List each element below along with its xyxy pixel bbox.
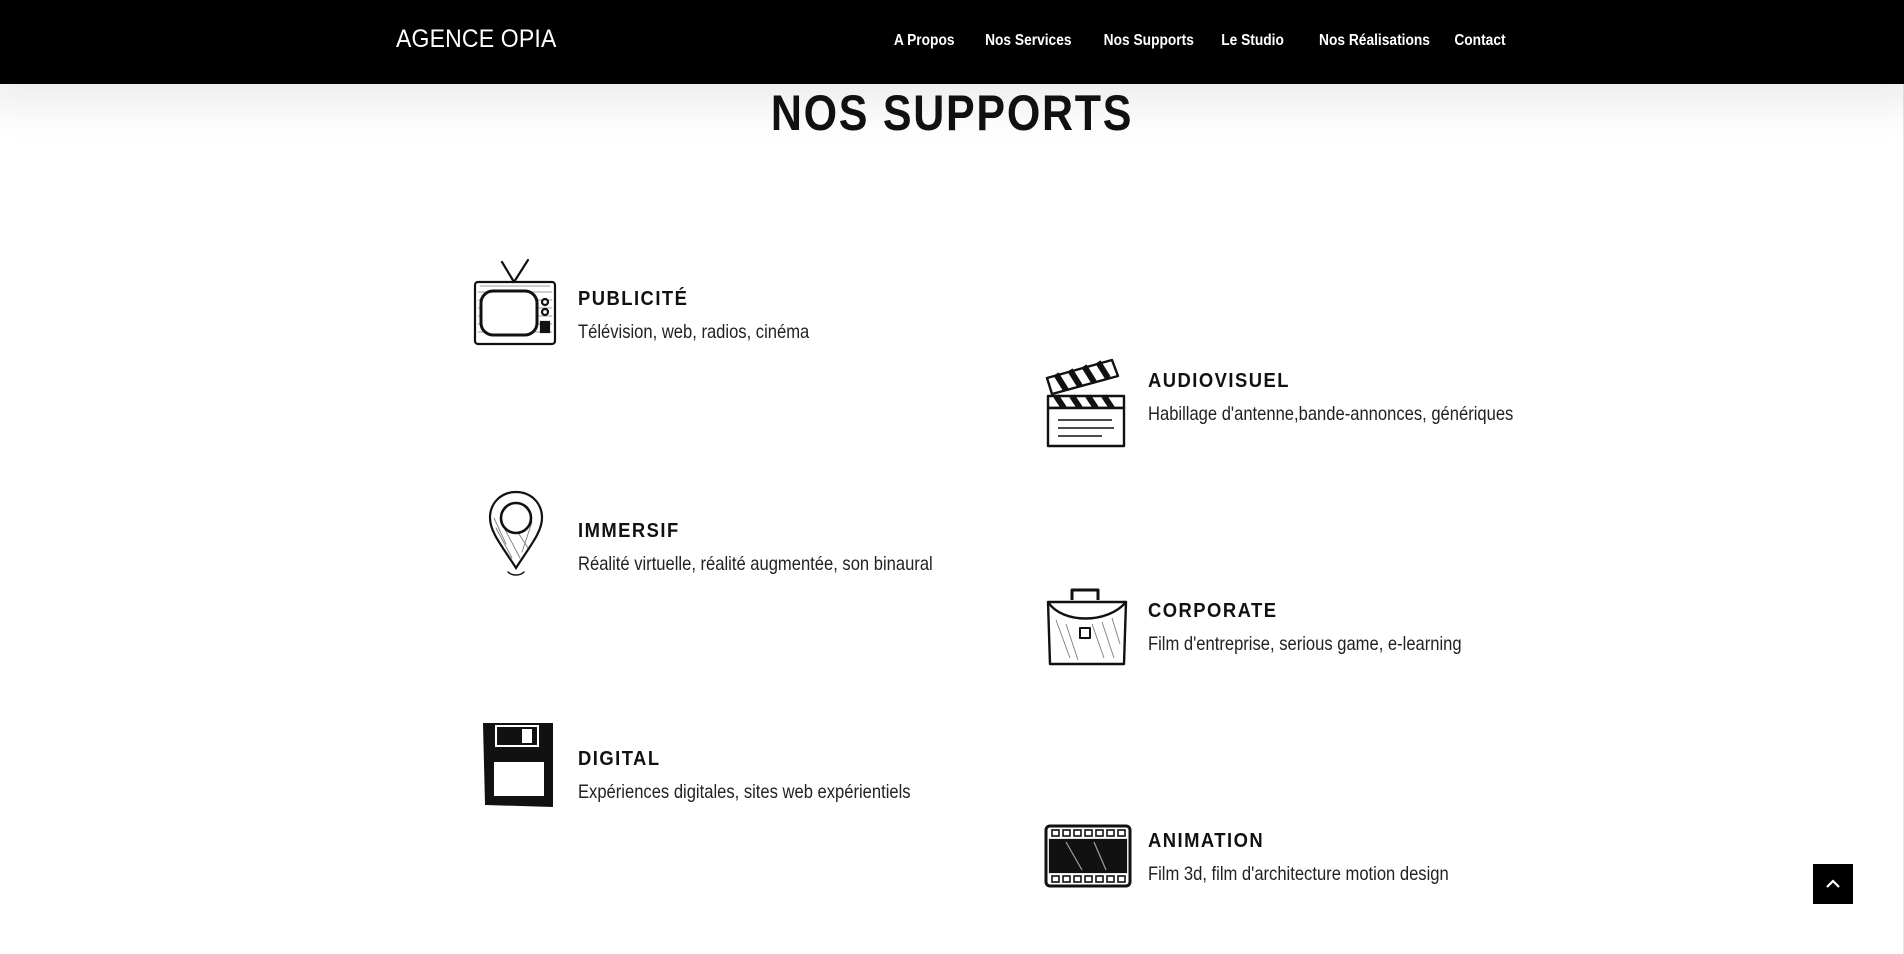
- page: AGENCE OPIA A Propos Nos Services Nos Su…: [0, 0, 1904, 954]
- item-title: DIGITAL: [578, 748, 661, 770]
- clapperboard-icon: [1042, 358, 1132, 450]
- support-item-immersif: IMMERSIF Réalité virtuelle, réalité augm…: [472, 488, 992, 588]
- support-item-digital: DIGITAL Expériences digitales, sites web…: [472, 718, 992, 818]
- film-strip-icon: [1042, 818, 1132, 910]
- item-title: IMMERSIF: [578, 520, 680, 542]
- support-item-audiovisuel: AUDIOVISUEL Habillage d'antenne,bande-an…: [1042, 358, 1562, 458]
- nav-item-nos-realisations[interactable]: Nos Réalisations: [1319, 32, 1430, 50]
- item-title: PUBLICITÉ: [578, 288, 689, 310]
- item-title: AUDIOVISUEL: [1148, 370, 1290, 392]
- item-title: CORPORATE: [1148, 600, 1278, 622]
- brand-logo[interactable]: AGENCE OPIA: [396, 25, 557, 54]
- item-description: Expériences digitales, sites web expérie…: [578, 781, 911, 803]
- nav-item-contact[interactable]: Contact: [1455, 32, 1506, 50]
- floppy-disk-icon: [472, 718, 562, 810]
- map-pin-icon: [472, 488, 562, 580]
- item-description: Réalité virtuelle, réalité augmentée, so…: [578, 553, 933, 575]
- item-description: Film d'entreprise, serious game, e-learn…: [1148, 633, 1462, 655]
- nav-item-nos-supports[interactable]: Nos Supports: [1103, 32, 1193, 50]
- item-description: Habillage d'antenne,bande-annonces, géné…: [1148, 403, 1514, 425]
- nav-item-nos-services[interactable]: Nos Services: [985, 32, 1071, 50]
- item-description: Télévision, web, radios, cinéma: [578, 321, 810, 343]
- main-nav: A Propos Nos Services Nos Supports Le St…: [894, 32, 1506, 50]
- item-title: ANIMATION: [1148, 830, 1265, 852]
- page-title: NOS SUPPORTS: [770, 85, 1134, 141]
- top-navbar: AGENCE OPIA A Propos Nos Services Nos Su…: [0, 0, 1904, 84]
- item-description: Film 3d, film d'architecture motion desi…: [1148, 863, 1449, 885]
- support-item-corporate: CORPORATE Film d'entreprise, serious gam…: [1042, 584, 1562, 684]
- nav-item-le-studio[interactable]: Le Studio: [1221, 32, 1284, 50]
- support-item-animation: ANIMATION Film 3d, film d'architecture m…: [1042, 818, 1562, 918]
- back-to-top-button[interactable]: [1813, 864, 1853, 904]
- support-item-publicite: PUBLICITÉ Télévision, web, radios, ciném…: [472, 258, 992, 358]
- tv-icon: [472, 258, 562, 350]
- nav-item-a-propos[interactable]: A Propos: [894, 32, 955, 50]
- chevron-up-icon: [1826, 879, 1840, 888]
- briefcase-icon: [1042, 584, 1132, 676]
